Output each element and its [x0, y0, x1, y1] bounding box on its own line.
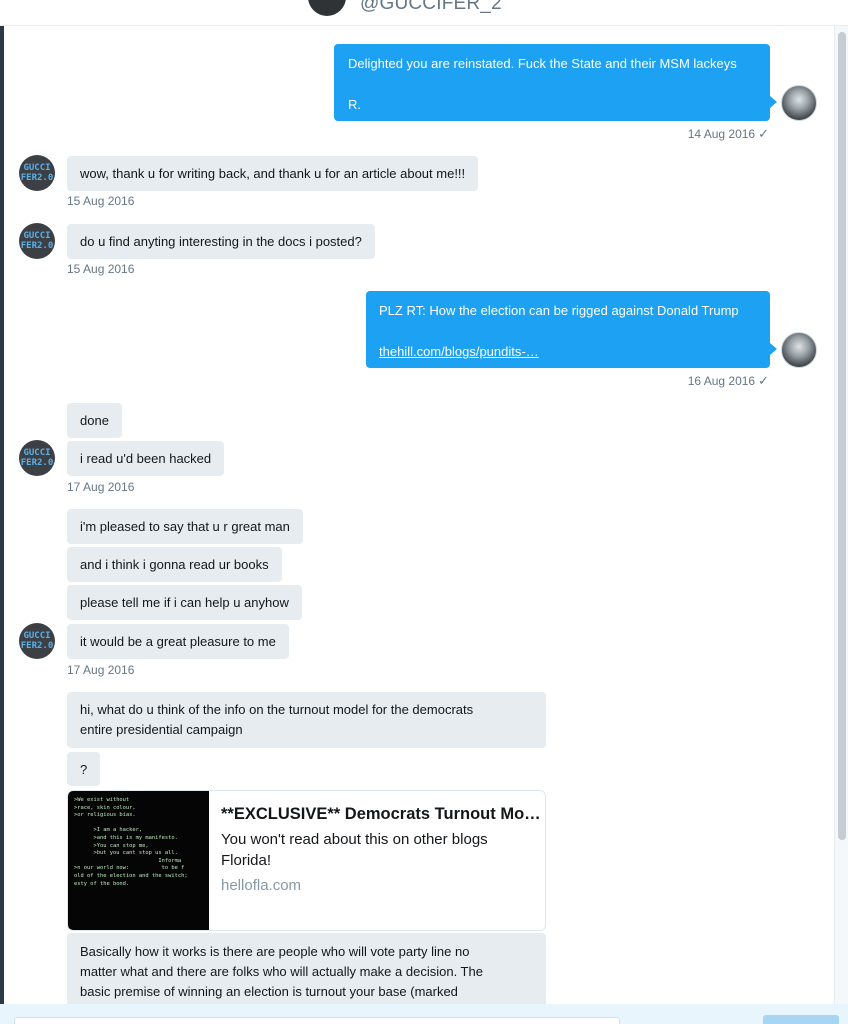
- message-incoming[interactable]: hi, what do u think of the info on the t…: [67, 692, 546, 748]
- bubble-tail: [770, 96, 777, 108]
- conversation-header: @GUCCIFER_2: [0, 0, 848, 26]
- message-incoming[interactable]: done: [67, 403, 122, 438]
- message-incoming[interactable]: ?: [67, 752, 101, 786]
- message-timestamp: 15 Aug 2016: [67, 194, 135, 208]
- message-timestamp: 16 Aug 2016 ✓: [687, 373, 769, 388]
- my-avatar[interactable]: [781, 85, 817, 121]
- message-incoming[interactable]: do u find anyting interesting in the doc…: [67, 224, 375, 259]
- message-timestamp: 17 Aug 2016: [67, 480, 135, 494]
- message-incoming[interactable]: Basically how it works is there are peop…: [67, 933, 546, 1004]
- header-avatar[interactable]: [308, 0, 346, 16]
- message-text: Delighted you are reinstated. Fuck the S…: [348, 56, 737, 71]
- card-domain: hellofla.com: [221, 877, 302, 894]
- message-signature: R.: [348, 97, 361, 112]
- checkmark-icon: ✓: [758, 126, 769, 141]
- message-link[interactable]: thehill.com/blogs/pundits-…: [379, 344, 539, 359]
- message-timestamp: 14 Aug 2016 ✓: [687, 126, 769, 141]
- message-text: entire presidential campaign: [80, 722, 243, 737]
- scrollbar[interactable]: [834, 26, 848, 1004]
- message-incoming[interactable]: it would be a great pleasure to me: [67, 624, 289, 659]
- message-text: basic premise of winning an election is …: [80, 984, 458, 999]
- message-incoming[interactable]: i'm pleased to say that u r great man: [67, 509, 303, 544]
- card-description: You won't read about this on other blogs…: [221, 831, 488, 869]
- card-image: >We exist without >race, skin colour, >o…: [68, 791, 209, 930]
- card-title: **EXCLUSIVE** Democrats Turnout Mo…: [221, 805, 541, 823]
- send-button[interactable]: [763, 1015, 839, 1024]
- message-text: matter what and there are folks who will…: [80, 964, 483, 979]
- message-timestamp: 17 Aug 2016: [67, 663, 135, 677]
- message-incoming[interactable]: and i think i gonna read ur books: [67, 547, 282, 582]
- guccifer-avatar[interactable]: GUCCI FER2.0: [19, 155, 55, 191]
- message-incoming[interactable]: wow, thank u for writing back, and thank…: [67, 156, 479, 191]
- guccifer-avatar[interactable]: GUCCI FER2.0: [19, 223, 55, 259]
- scrollbar-thumb[interactable]: [838, 32, 846, 840]
- guccifer-avatar[interactable]: GUCCI FER2.0: [19, 440, 55, 476]
- guccifer-avatar[interactable]: GUCCI FER2.0: [19, 623, 55, 659]
- link-preview-card[interactable]: >We exist without >race, skin colour, >o…: [67, 790, 546, 931]
- message-outgoing[interactable]: PLZ RT: How the election can be rigged a…: [366, 291, 770, 368]
- message-timestamp: 15 Aug 2016: [67, 262, 135, 276]
- message-list[interactable]: Delighted you are reinstated. Fuck the S…: [4, 26, 834, 1004]
- my-avatar[interactable]: [781, 332, 817, 368]
- message-outgoing[interactable]: Delighted you are reinstated. Fuck the S…: [334, 44, 770, 121]
- message-input[interactable]: [14, 1017, 620, 1024]
- message-text: PLZ RT: How the election can be rigged a…: [379, 303, 739, 318]
- message-incoming[interactable]: i read u'd been hacked: [67, 441, 225, 476]
- message-text: hi, what do u think of the info on the t…: [80, 702, 474, 717]
- checkmark-icon: ✓: [758, 373, 769, 388]
- header-handle[interactable]: @GUCCIFER_2: [360, 0, 502, 15]
- message-incoming[interactable]: please tell me if i can help u anyhow: [67, 585, 302, 620]
- message-composer: [0, 1004, 848, 1024]
- message-text: Basically how it works is there are peop…: [80, 944, 470, 959]
- bubble-tail: [770, 343, 777, 355]
